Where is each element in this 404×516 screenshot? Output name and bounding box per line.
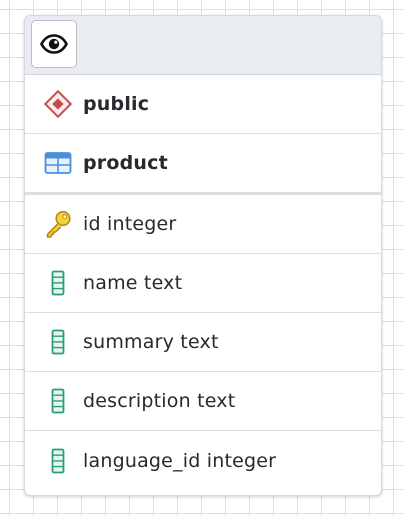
eye-icon xyxy=(40,34,68,54)
column-row[interactable]: id integer xyxy=(25,195,381,254)
primary-key-icon xyxy=(43,209,73,239)
schema-table-card: public product id integer name text summ… xyxy=(24,15,382,496)
column-label: language_id integer xyxy=(83,449,277,472)
column-icon xyxy=(43,327,73,357)
table-row[interactable]: product xyxy=(25,134,381,195)
column-icon xyxy=(43,268,73,298)
column-label: description text xyxy=(83,390,236,412)
card-toolbar xyxy=(25,16,381,75)
toggle-visibility-button[interactable] xyxy=(31,20,77,68)
column-row[interactable]: summary text xyxy=(25,313,381,372)
column-label: name text xyxy=(83,272,183,294)
table-grid-icon xyxy=(43,148,73,178)
column-row[interactable]: name text xyxy=(25,254,381,313)
column-icon xyxy=(43,386,73,416)
column-icon xyxy=(43,446,73,476)
column-row[interactable]: language_id integer xyxy=(25,431,381,490)
column-row[interactable]: description text xyxy=(25,372,381,431)
schema-name: public xyxy=(83,93,150,115)
table-name: product xyxy=(83,152,168,174)
schema-row[interactable]: public xyxy=(25,75,381,134)
column-label: id integer xyxy=(83,213,177,235)
column-label: summary text xyxy=(83,331,219,353)
schema-diamond-icon xyxy=(43,89,73,119)
